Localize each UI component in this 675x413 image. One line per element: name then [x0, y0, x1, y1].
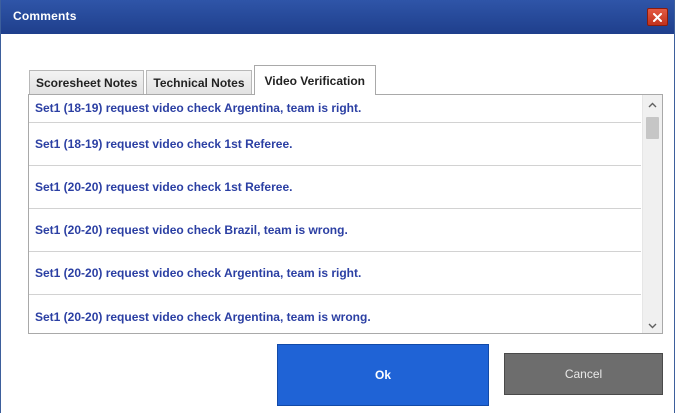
list-item[interactable]: Set1 (20-20) request video check Brazil,…: [29, 209, 641, 252]
tab-strip: Scoresheet Notes Technical Notes Video V…: [29, 64, 378, 95]
scroll-down-button[interactable]: [643, 316, 662, 333]
chevron-up-icon: [648, 95, 657, 113]
list-item[interactable]: Set1 (20-20) request video check 1st Ref…: [29, 166, 641, 209]
tab-video-verification[interactable]: Video Verification: [253, 65, 376, 95]
cancel-button[interactable]: Cancel: [504, 353, 663, 395]
title-bar[interactable]: Comments: [1, 0, 674, 34]
tab-scoresheet-notes[interactable]: Scoresheet Notes: [29, 70, 145, 94]
close-button[interactable]: [647, 8, 668, 26]
list-item[interactable]: Set1 (18-19) request video check 1st Ref…: [29, 123, 641, 166]
scroll-up-button[interactable]: [643, 95, 662, 112]
comments-dialog: Comments Scoresheet Notes Technical Note…: [0, 0, 675, 413]
chevron-down-icon: [648, 316, 657, 334]
scroll-thumb[interactable]: [646, 117, 659, 139]
close-icon: [653, 12, 662, 22]
list-item[interactable]: Set1 (20-20) request video check Argenti…: [29, 295, 641, 333]
list-item[interactable]: Set1 (20-20) request video check Argenti…: [29, 252, 641, 295]
comments-list[interactable]: Set1 (18-19) request video check Argenti…: [29, 95, 641, 333]
tab-technical-notes[interactable]: Technical Notes: [146, 70, 252, 94]
list-item[interactable]: Set1 (18-19) request video check Argenti…: [29, 95, 641, 123]
window-title: Comments: [13, 9, 77, 23]
ok-button[interactable]: Ok: [277, 344, 489, 406]
vertical-scrollbar[interactable]: [642, 95, 662, 333]
video-verification-panel: Set1 (18-19) request video check Argenti…: [28, 94, 663, 334]
